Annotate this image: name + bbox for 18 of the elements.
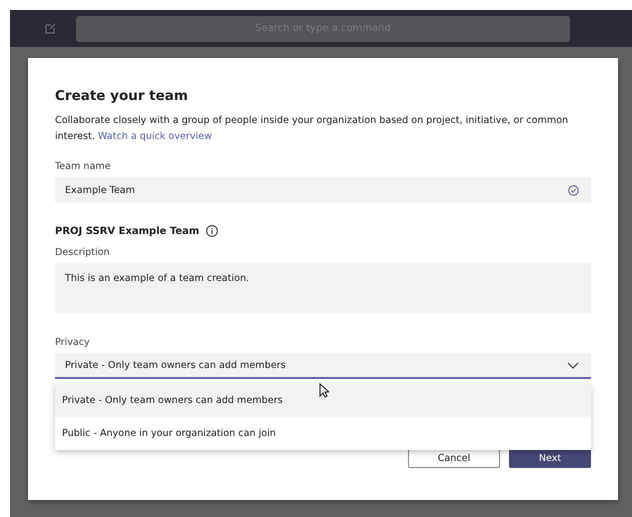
cursor-icon [319,383,329,398]
privacy-dropdown[interactable]: Private - Only team owners can add members [55,353,591,379]
chevron-down-icon [567,362,579,368]
field-label: Privacy [55,337,91,348]
team-name-field[interactable]: Example Team [55,177,591,203]
info-icon[interactable] [206,225,218,237]
field-label: Team name [55,161,112,172]
compose-icon[interactable] [45,23,56,34]
dialog-title: Create your team [55,88,189,104]
dropdown-option[interactable]: Private - Only team owners can add members [55,384,591,417]
next-button[interactable]: Next [509,449,591,468]
intro-text: Collaborate closely with a group of people inside your organization based on project, initiative, or common interest. Watch a quick overview [55,114,570,144]
overview-link[interactable]: Watch a quick overview [98,131,212,142]
cancel-button[interactable]: Cancel [408,449,500,468]
classification-label: PROJ SSRV Example Team [55,226,200,236]
description-field[interactable]: This is an example of a team creation. [55,263,591,313]
dropdown-option[interactable]: Public - Anyone in your organization can join [55,417,591,450]
field-label: Description [55,247,111,258]
